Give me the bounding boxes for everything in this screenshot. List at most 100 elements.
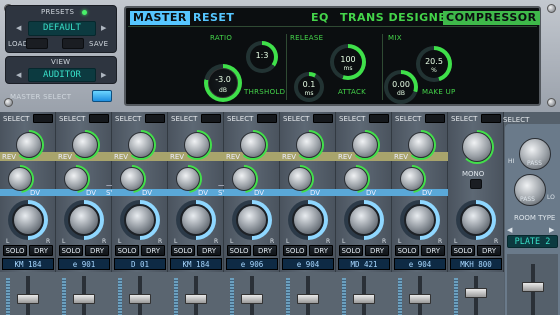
solo-button[interactable]: SOLO [3, 245, 27, 256]
pan-knob[interactable] [12, 204, 44, 236]
dv-label: DV [254, 189, 265, 197]
solo-button[interactable]: SOLO [171, 245, 195, 256]
select-button[interactable] [257, 114, 277, 123]
room-type-display[interactable]: PLATE 2 [507, 235, 558, 248]
solo-button[interactable]: SOLO [59, 245, 83, 256]
solo-button[interactable]: SOLO [115, 245, 139, 256]
fader-cap[interactable] [73, 294, 95, 304]
dv-knob[interactable] [176, 167, 200, 191]
tab-compressor[interactable]: COMPRESSOR [443, 11, 540, 25]
pan-knob[interactable] [236, 204, 268, 236]
channel-name: D 01 [114, 258, 166, 270]
rev-knob[interactable] [240, 132, 266, 158]
select-button[interactable] [33, 114, 53, 123]
release-section-label: RELEASE [290, 34, 324, 42]
pan-left-label: L [342, 238, 346, 245]
makeup-label: MAKE UP [422, 88, 456, 96]
tab-eq[interactable]: EQ [311, 11, 329, 25]
master-select-label: MASTER SELECT [10, 93, 72, 101]
preset-prev-icon[interactable]: ◀ [16, 24, 21, 32]
dv-knob[interactable] [344, 167, 368, 191]
dry-button[interactable]: DRY [309, 245, 333, 256]
mono-button[interactable] [470, 179, 482, 189]
view-display[interactable]: AUDITOR [28, 68, 96, 82]
solo-button[interactable]: SOLO [339, 245, 363, 256]
dry-button[interactable]: DRY [141, 245, 165, 256]
fader-cap[interactable] [297, 294, 319, 304]
select-button[interactable] [481, 114, 501, 123]
dv-knob[interactable] [400, 167, 424, 191]
pan-knob[interactable] [292, 204, 324, 236]
select-button[interactable] [89, 114, 109, 123]
mix-value: 20.5 [425, 57, 443, 66]
fader-cap[interactable] [185, 294, 207, 304]
load-button[interactable] [26, 38, 48, 49]
threshold-unit: dB [219, 87, 227, 94]
rev-knob[interactable] [16, 132, 42, 158]
rev-label: REV [114, 153, 129, 161]
select-button[interactable] [145, 114, 165, 123]
rev-knob[interactable] [296, 132, 322, 158]
master-select-button[interactable] [92, 90, 112, 102]
view-prev-icon[interactable]: ◀ [16, 71, 21, 79]
dv-knob[interactable] [232, 167, 256, 191]
dry-button[interactable]: DRY [85, 245, 109, 256]
dry-button[interactable]: DRY [477, 245, 501, 256]
rev-knob[interactable] [184, 132, 210, 158]
channel-name: e 906 [226, 258, 278, 270]
rev-knob[interactable] [462, 132, 492, 162]
preset-display[interactable]: DEFAULT [28, 21, 96, 36]
room-fader-cap[interactable] [522, 282, 544, 292]
rev-label: REV [170, 153, 185, 161]
pan-right-label: R [438, 238, 443, 245]
dry-button[interactable]: DRY [421, 245, 445, 256]
hi-label: HI [508, 158, 515, 165]
select-button[interactable] [425, 114, 445, 123]
select-button[interactable] [313, 114, 333, 123]
fader-area [168, 272, 224, 315]
attack-value: 0.1 [302, 80, 316, 89]
select-button[interactable] [369, 114, 389, 123]
dry-button[interactable]: DRY [253, 245, 277, 256]
preset-next-icon[interactable]: ▶ [101, 24, 106, 32]
fader-cap[interactable] [241, 294, 263, 304]
solo-button[interactable]: SOLO [451, 245, 475, 256]
ratio-section-label: RATIO [210, 34, 233, 42]
dry-button[interactable]: DRY [29, 245, 53, 256]
fader-cap[interactable] [465, 288, 487, 298]
dry-button[interactable]: DRY [365, 245, 389, 256]
pan-knob[interactable] [460, 204, 492, 236]
fader-cap[interactable] [129, 294, 151, 304]
channel-name: e 904 [394, 258, 446, 270]
fader-cap[interactable] [409, 294, 431, 304]
ratio-value: 1:3 [255, 51, 269, 60]
room-next-icon[interactable]: ▶ [549, 226, 554, 234]
dv-knob[interactable] [64, 167, 88, 191]
solo-button[interactable]: SOLO [395, 245, 419, 256]
select-button[interactable] [201, 114, 221, 123]
channel-name: e 901 [58, 258, 110, 270]
fader-cap[interactable] [353, 294, 375, 304]
pan-knob[interactable] [348, 204, 380, 236]
dv-knob[interactable] [8, 167, 32, 191]
pan-knob[interactable] [68, 204, 100, 236]
rev-knob[interactable] [72, 132, 98, 158]
rev-knob[interactable] [408, 132, 434, 158]
reset-button[interactable]: RESET [193, 11, 234, 25]
rev-knob[interactable] [352, 132, 378, 158]
tab-trans-designer[interactable]: TRANS DESIGNER [340, 11, 455, 25]
tab-master[interactable]: MASTER [130, 11, 190, 25]
pan-knob[interactable] [124, 204, 156, 236]
dry-button[interactable]: DRY [197, 245, 221, 256]
save-button[interactable] [62, 38, 84, 49]
pan-knob[interactable] [180, 204, 212, 236]
fader-cap[interactable] [17, 294, 39, 304]
room-prev-icon[interactable]: ◀ [507, 226, 512, 234]
rev-knob[interactable] [128, 132, 154, 158]
solo-button[interactable]: SOLO [283, 245, 307, 256]
dv-knob[interactable] [120, 167, 144, 191]
solo-button[interactable]: SOLO [227, 245, 251, 256]
view-next-icon[interactable]: ▶ [101, 71, 106, 79]
dv-knob[interactable] [288, 167, 312, 191]
pan-knob[interactable] [404, 204, 436, 236]
